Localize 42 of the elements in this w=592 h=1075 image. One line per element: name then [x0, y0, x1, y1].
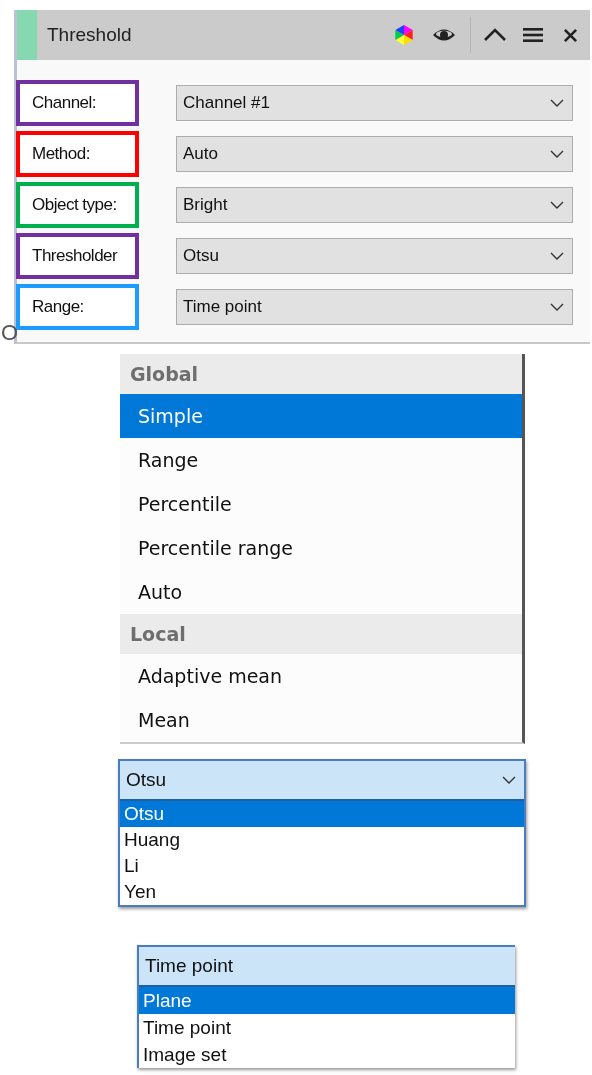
- dropdown[interactable]: Otsu: [120, 761, 524, 801]
- close-icon[interactable]: [563, 27, 578, 43]
- menu-item[interactable]: Mean: [120, 698, 522, 742]
- field-label: Object type:: [16, 182, 139, 228]
- menu-icon[interactable]: [523, 27, 543, 43]
- list-item[interactable]: Otsu: [120, 801, 524, 827]
- field-label: Channel:: [16, 80, 139, 126]
- caret-icon: [550, 201, 564, 209]
- field-label: Method:: [16, 131, 139, 177]
- list-item[interactable]: Li: [120, 853, 524, 879]
- collapse-icon[interactable]: [483, 28, 507, 42]
- dropdown[interactable]: Channel #1: [176, 85, 573, 121]
- dropdown[interactable]: Bright: [176, 187, 573, 223]
- eye-icon[interactable]: [432, 27, 456, 43]
- list-item[interactable]: Yen: [120, 879, 524, 905]
- text-fragment: O: [1, 320, 19, 346]
- field-label: Range:: [16, 284, 139, 330]
- caret-icon: [550, 252, 564, 260]
- menu-item[interactable]: Adaptive mean: [120, 654, 522, 698]
- caret-icon: [550, 150, 564, 158]
- field-label: Thresholder: [16, 233, 139, 279]
- dropdown[interactable]: Auto: [176, 136, 573, 172]
- panel-title: Threshold: [47, 24, 133, 46]
- menu-item[interactable]: Simple: [120, 394, 522, 438]
- dropdown[interactable]: Otsu: [176, 238, 573, 274]
- caret-icon: [550, 303, 564, 311]
- caret-icon: [502, 776, 516, 784]
- caret-icon: [550, 99, 564, 107]
- menu-group-heading: Global: [120, 354, 522, 394]
- accent-strip: [17, 10, 37, 60]
- list-item[interactable]: Image set: [139, 1041, 515, 1068]
- color-wheel-icon[interactable]: [392, 23, 416, 47]
- menu-item[interactable]: Percentile: [120, 482, 522, 526]
- menu-item[interactable]: Auto: [120, 570, 522, 614]
- list-item[interactable]: Huang: [120, 827, 524, 853]
- menu-item[interactable]: Range: [120, 438, 522, 482]
- dropdown[interactable]: Time point: [139, 947, 515, 987]
- list-item[interactable]: Time point: [139, 1014, 515, 1041]
- dropdown[interactable]: Time point: [176, 289, 573, 325]
- list-item[interactable]: Plane: [139, 987, 515, 1014]
- menu-group-heading: Local: [120, 614, 522, 654]
- menu-item[interactable]: Percentile range: [120, 526, 522, 570]
